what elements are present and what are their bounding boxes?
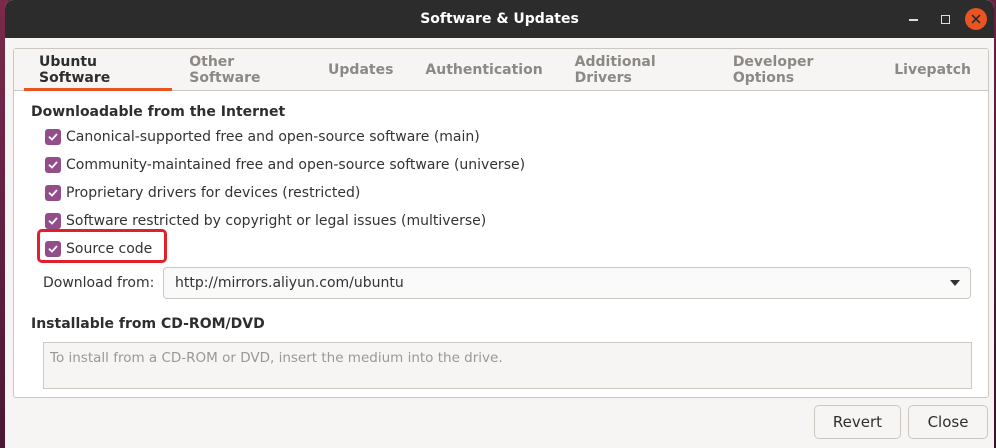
revert-button[interactable]: Revert [814, 405, 901, 439]
tab-ubuntu-software[interactable]: Ubuntu Software [24, 49, 173, 91]
option-multiverse-label: Software restricted by copyright or lega… [66, 213, 487, 229]
close-button[interactable]: Close [908, 405, 988, 439]
ubuntu-software-panel: Downloadable from the Internet Canonical… [14, 91, 988, 389]
option-restricted-label: Proprietary drivers for devices (restric… [66, 185, 361, 201]
download-from-label: Download from: [43, 275, 155, 291]
downloadable-heading: Downloadable from the Internet [31, 104, 286, 120]
checkmark-icon [48, 189, 58, 197]
cdrom-heading: Installable from CD-ROM/DVD [31, 316, 265, 332]
maximize-icon[interactable] [935, 9, 955, 29]
option-main[interactable]: Canonical-supported free and open-source… [45, 123, 988, 151]
option-multiverse[interactable]: Software restricted by copyright or lega… [45, 207, 988, 235]
option-universe[interactable]: Community-maintained free and open-sourc… [45, 151, 988, 179]
download-server-value: http://mirrors.aliyun.com/ubuntu [175, 275, 404, 291]
tab-other-software[interactable]: Other Software [174, 49, 311, 90]
option-source-code[interactable]: Source code [45, 235, 988, 263]
checkbox-universe[interactable] [45, 157, 61, 173]
tab-authentication[interactable]: Authentication [410, 49, 557, 90]
download-server-dropdown[interactable]: http://mirrors.aliyun.com/ubuntu [163, 267, 971, 299]
checkbox-main[interactable] [45, 129, 61, 145]
tab-additional-drivers[interactable]: Additional Drivers [560, 49, 716, 90]
tab-developer-options[interactable]: Developer Options [718, 49, 877, 90]
tab-updates[interactable]: Updates [313, 49, 408, 90]
tab-livepatch[interactable]: Livepatch [879, 49, 986, 90]
option-main-label: Canonical-supported free and open-source… [66, 129, 480, 145]
option-universe-label: Community-maintained free and open-sourc… [66, 157, 526, 173]
checkmark-icon [48, 217, 58, 225]
download-from-row: Download from: http://mirrors.aliyun.com… [14, 265, 988, 301]
software-updates-window: Software & Updates Ubuntu Software Other… [5, 0, 994, 448]
title-bar[interactable]: Software & Updates [5, 0, 994, 38]
close-icon[interactable] [965, 8, 987, 30]
cdrom-list[interactable]: To install from a CD-ROM or DVD, insert … [43, 342, 972, 389]
tab-bar: Ubuntu Software Other Software Updates A… [14, 49, 988, 91]
option-restricted[interactable]: Proprietary drivers for devices (restric… [45, 179, 988, 207]
checkmark-icon [48, 161, 58, 169]
tab-notebook: Ubuntu Software Other Software Updates A… [13, 48, 989, 398]
minimize-icon[interactable] [903, 9, 923, 29]
cdrom-placeholder: To install from a CD-ROM or DVD, insert … [50, 350, 503, 366]
checkbox-restricted[interactable] [45, 185, 61, 201]
checkmark-icon [48, 133, 58, 141]
checkbox-multiverse[interactable] [45, 213, 61, 229]
chevron-down-icon [950, 280, 960, 286]
window-title: Software & Updates [420, 11, 579, 27]
source-code-highlight-annotation [37, 229, 167, 263]
